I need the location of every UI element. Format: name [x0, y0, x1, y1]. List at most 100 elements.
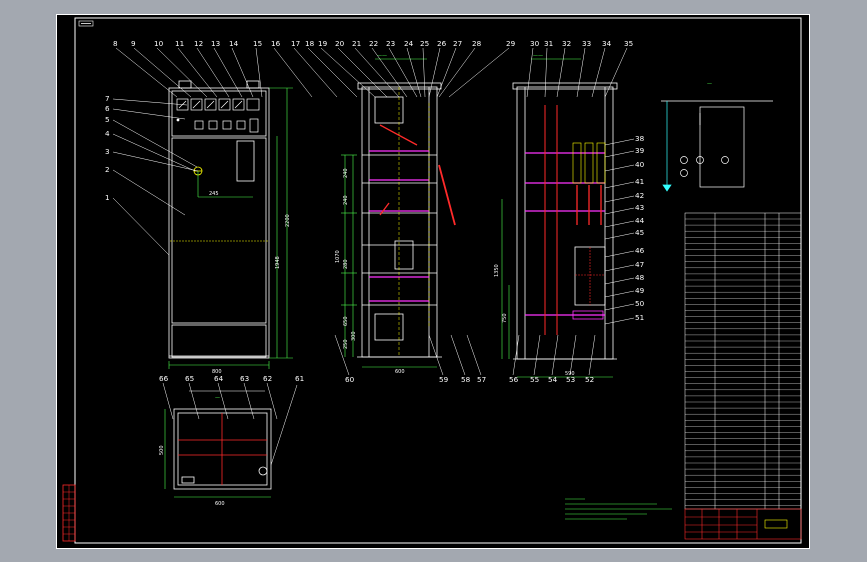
callout-34: 34 — [602, 39, 612, 48]
leader-line — [112, 169, 186, 216]
callout-12: 12 — [194, 39, 203, 48]
side-busbars — [369, 87, 456, 357]
leader-line — [112, 133, 196, 172]
leader-line — [576, 47, 586, 98]
callout-17: 17 — [291, 39, 300, 48]
callout-10: 10 — [154, 39, 164, 48]
leader-line — [604, 264, 635, 272]
callout-64: 64 — [214, 374, 224, 383]
callout-19: 19 — [318, 39, 328, 48]
leader-line — [438, 47, 476, 98]
leader-line — [428, 47, 441, 98]
callout-27: 27 — [453, 39, 462, 48]
leader-line — [266, 382, 278, 420]
front-dimensions — [168, 87, 293, 369]
dim-front-245: 245 — [209, 191, 219, 197]
leader-line — [448, 47, 510, 98]
callout-35: 35 — [624, 39, 633, 48]
leader-line — [604, 138, 635, 146]
callout-48: 48 — [635, 273, 645, 282]
callout-15: 15 — [253, 39, 262, 48]
callout-52: 52 — [585, 375, 594, 384]
callout-57: 57 — [477, 375, 486, 384]
leader-line — [388, 47, 418, 98]
inner-frame — [74, 17, 802, 544]
rear-busbars — [525, 105, 606, 335]
leader-line — [526, 47, 534, 98]
leader-line — [213, 47, 243, 98]
callout-46: 46 — [635, 246, 645, 255]
leader-line — [450, 334, 466, 376]
callout-8: 8 — [113, 39, 118, 48]
leader-line — [551, 334, 559, 376]
callout-33: 33 — [582, 39, 591, 48]
callout-39: 39 — [635, 146, 645, 155]
leader-line — [604, 303, 635, 311]
leader-line — [512, 334, 520, 376]
callout-26: 26 — [437, 39, 447, 48]
leader-line — [604, 164, 635, 172]
callout-43: 43 — [635, 203, 644, 212]
dim-rear-1350: 1350 — [494, 264, 500, 277]
callout-41: 41 — [635, 177, 644, 186]
dim-front-door: 1948 — [275, 256, 281, 269]
leader-line — [604, 47, 628, 98]
callout-9: 9 — [131, 39, 136, 48]
callout-38: 38 — [635, 134, 645, 143]
callout-59: 59 — [439, 375, 449, 384]
technical-notes — [565, 498, 672, 520]
rear-view-caption: —— — [533, 53, 543, 59]
callout-21: 21 — [352, 39, 361, 48]
dim-rear-750: 750 — [502, 313, 508, 323]
schematic-caption: — — [707, 81, 712, 87]
leader-line — [604, 195, 635, 203]
leader-line — [591, 47, 606, 98]
meter-panel — [176, 98, 260, 133]
callout-50: 50 — [635, 299, 645, 308]
callout-30: 30 — [530, 39, 540, 48]
callout-62: 62 — [263, 374, 272, 383]
callout-31: 31 — [544, 39, 553, 48]
callout-11: 11 — [175, 39, 184, 48]
callout-58: 58 — [461, 375, 471, 384]
plan-dimensions — [164, 390, 271, 498]
leader-line — [217, 382, 229, 420]
leader-line — [436, 47, 457, 98]
callout-24: 24 — [404, 39, 414, 48]
callout-leaders — [112, 47, 635, 466]
callout-22: 22 — [369, 39, 378, 48]
leader-line — [556, 47, 566, 98]
leader-line — [112, 98, 188, 106]
callout-13: 13 — [211, 39, 220, 48]
leader-line — [604, 250, 635, 258]
dim-side-240b: 240 — [343, 195, 349, 205]
callout-4: 4 — [105, 129, 110, 138]
leader-line — [406, 47, 422, 98]
leader-line — [604, 207, 635, 215]
leader-line — [569, 334, 577, 376]
dim-plan-width: 600 — [215, 501, 225, 507]
title-block-icon — [684, 508, 802, 540]
dim-front-height: 2200 — [285, 214, 291, 227]
leader-line — [604, 277, 635, 285]
leader-line — [156, 47, 208, 98]
callout-3: 3 — [105, 147, 110, 156]
leader-line — [115, 47, 178, 98]
leader-line — [273, 47, 313, 98]
callout-55: 55 — [530, 375, 539, 384]
callout-44: 44 — [635, 216, 645, 225]
leader-line — [188, 382, 200, 420]
leader-line — [544, 47, 548, 98]
leader-line — [112, 151, 199, 172]
callout-5: 5 — [105, 115, 110, 124]
leader-line — [604, 290, 635, 298]
leader-line — [270, 384, 298, 466]
leader-line — [112, 108, 186, 120]
leader-line — [162, 382, 174, 420]
leader-line — [133, 47, 192, 98]
leader-line — [533, 334, 541, 376]
parts-list-table — [684, 212, 802, 510]
callout-54: 54 — [548, 375, 558, 384]
dim-plan-depth: 500 — [159, 445, 165, 455]
dim-side-650: 650 — [343, 316, 349, 326]
